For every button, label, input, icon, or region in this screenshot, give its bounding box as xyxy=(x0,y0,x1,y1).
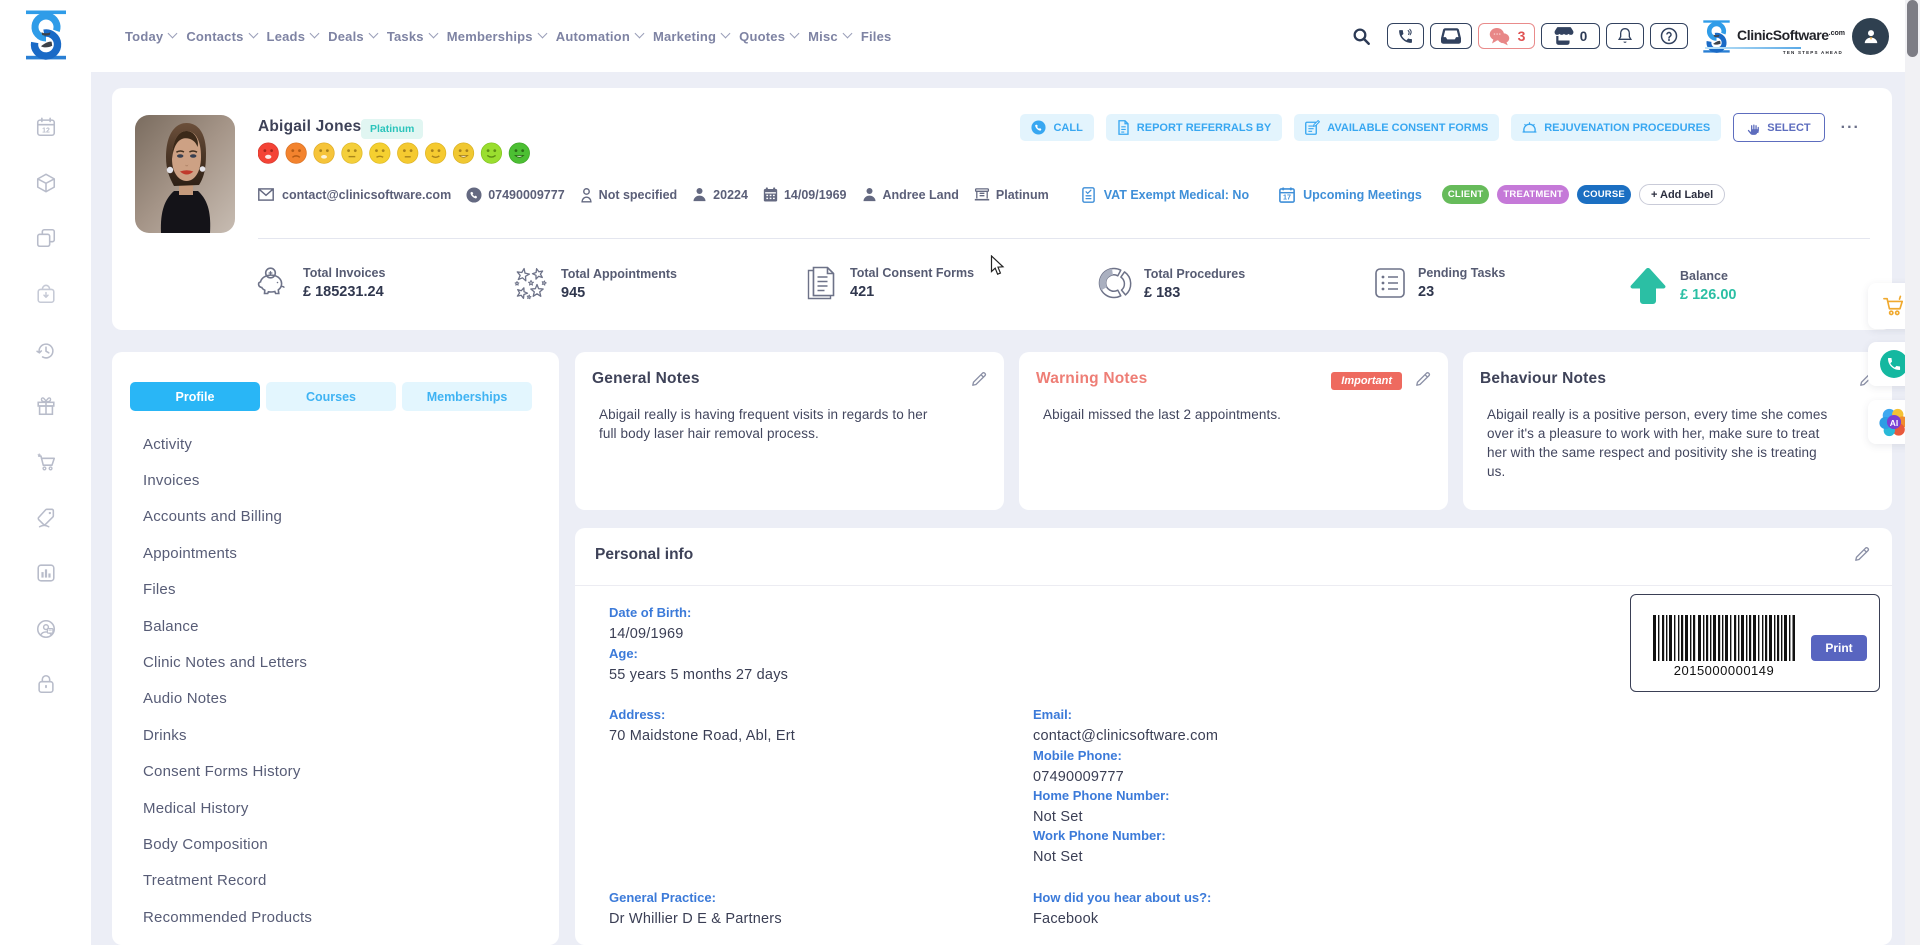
svg-text:AI: AI xyxy=(1890,418,1898,428)
svg-text:12: 12 xyxy=(42,128,50,135)
svg-text:17: 17 xyxy=(1283,193,1291,201)
